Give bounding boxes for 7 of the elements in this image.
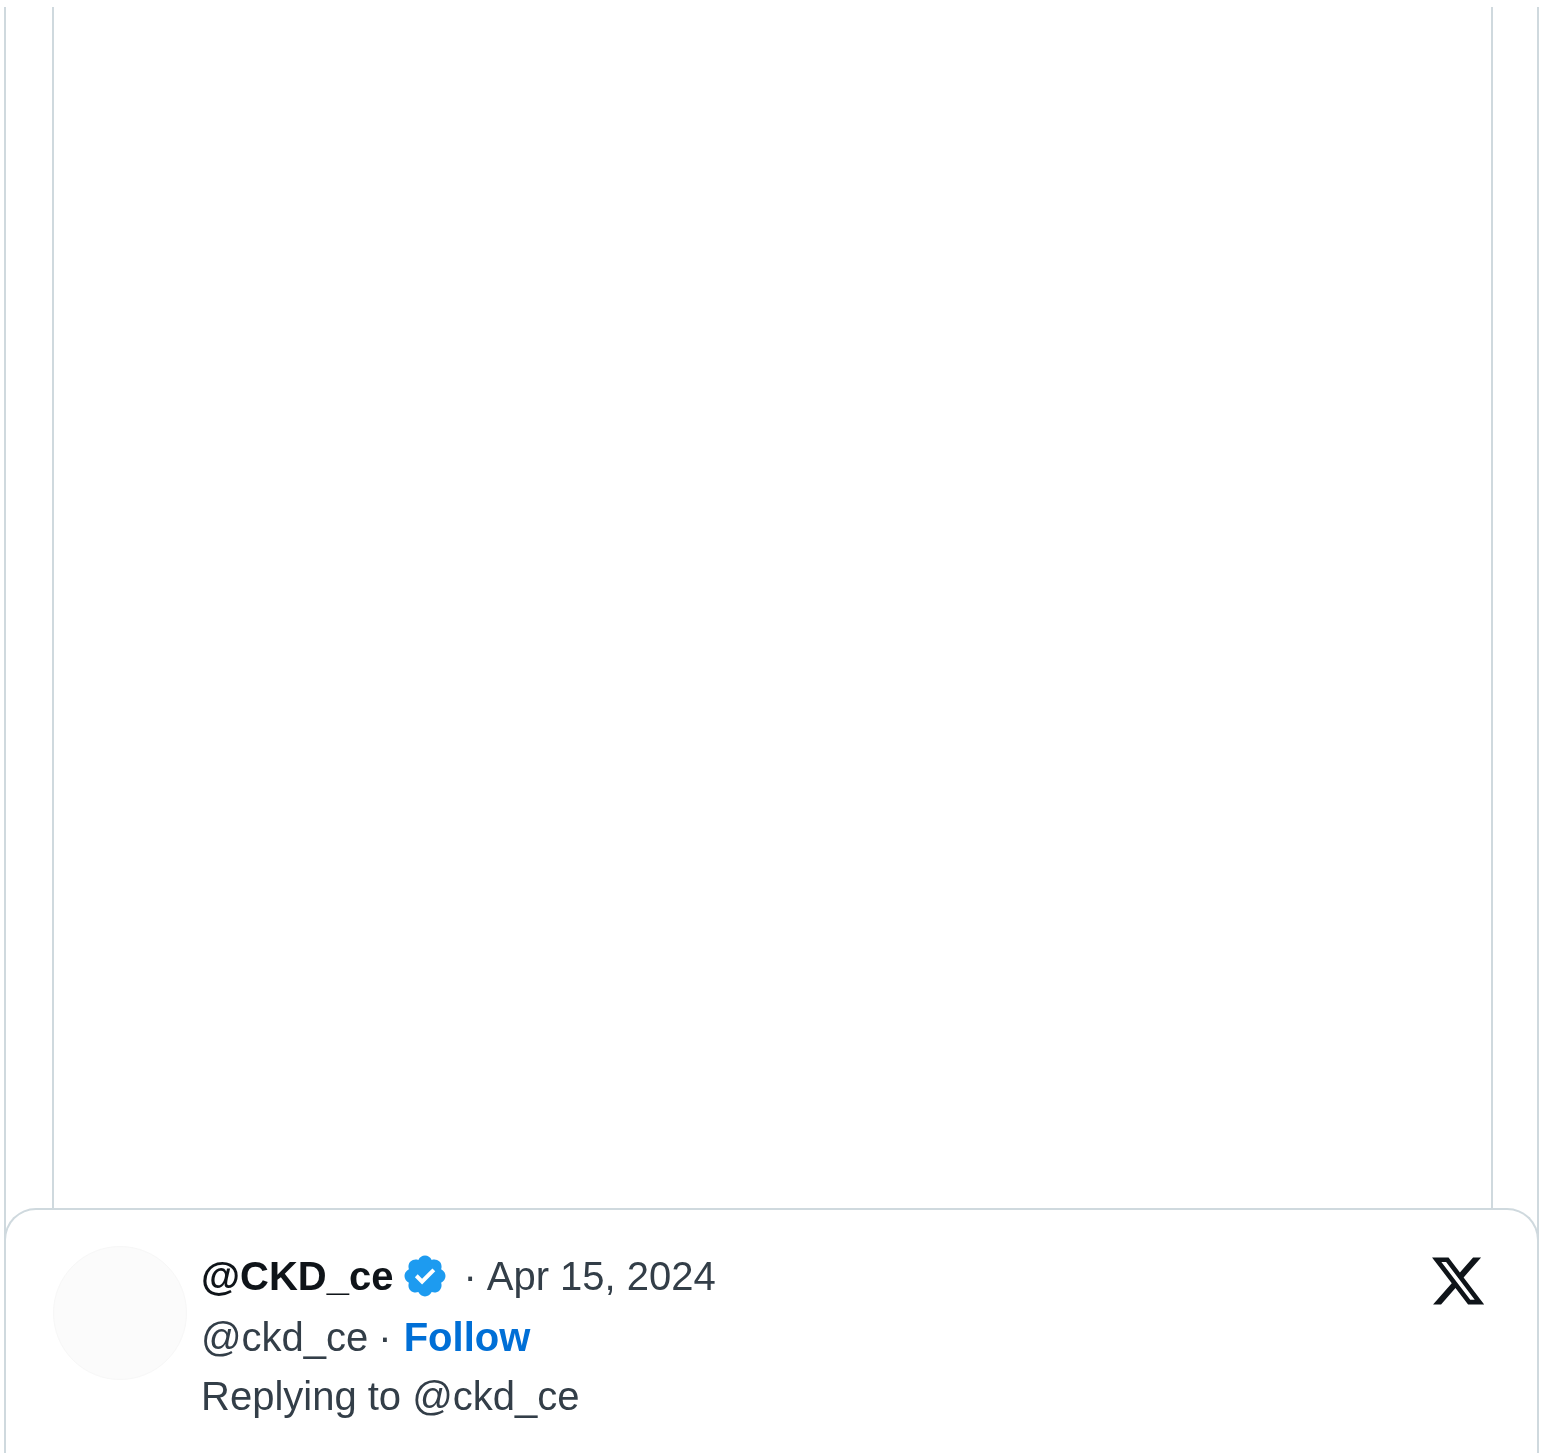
follow-link[interactable]: Follow [403,1307,531,1367]
replying-to-text: Replying to @ckd_ce [201,1373,581,1420]
separator-dot: · [378,1314,392,1361]
display-name[interactable]: @CKD_ce [201,1246,394,1306]
post-date[interactable]: Apr 15, 2024 [486,1246,716,1306]
separator-dot: · [463,1253,477,1300]
user-handle[interactable]: @ckd_ce [201,1307,369,1367]
